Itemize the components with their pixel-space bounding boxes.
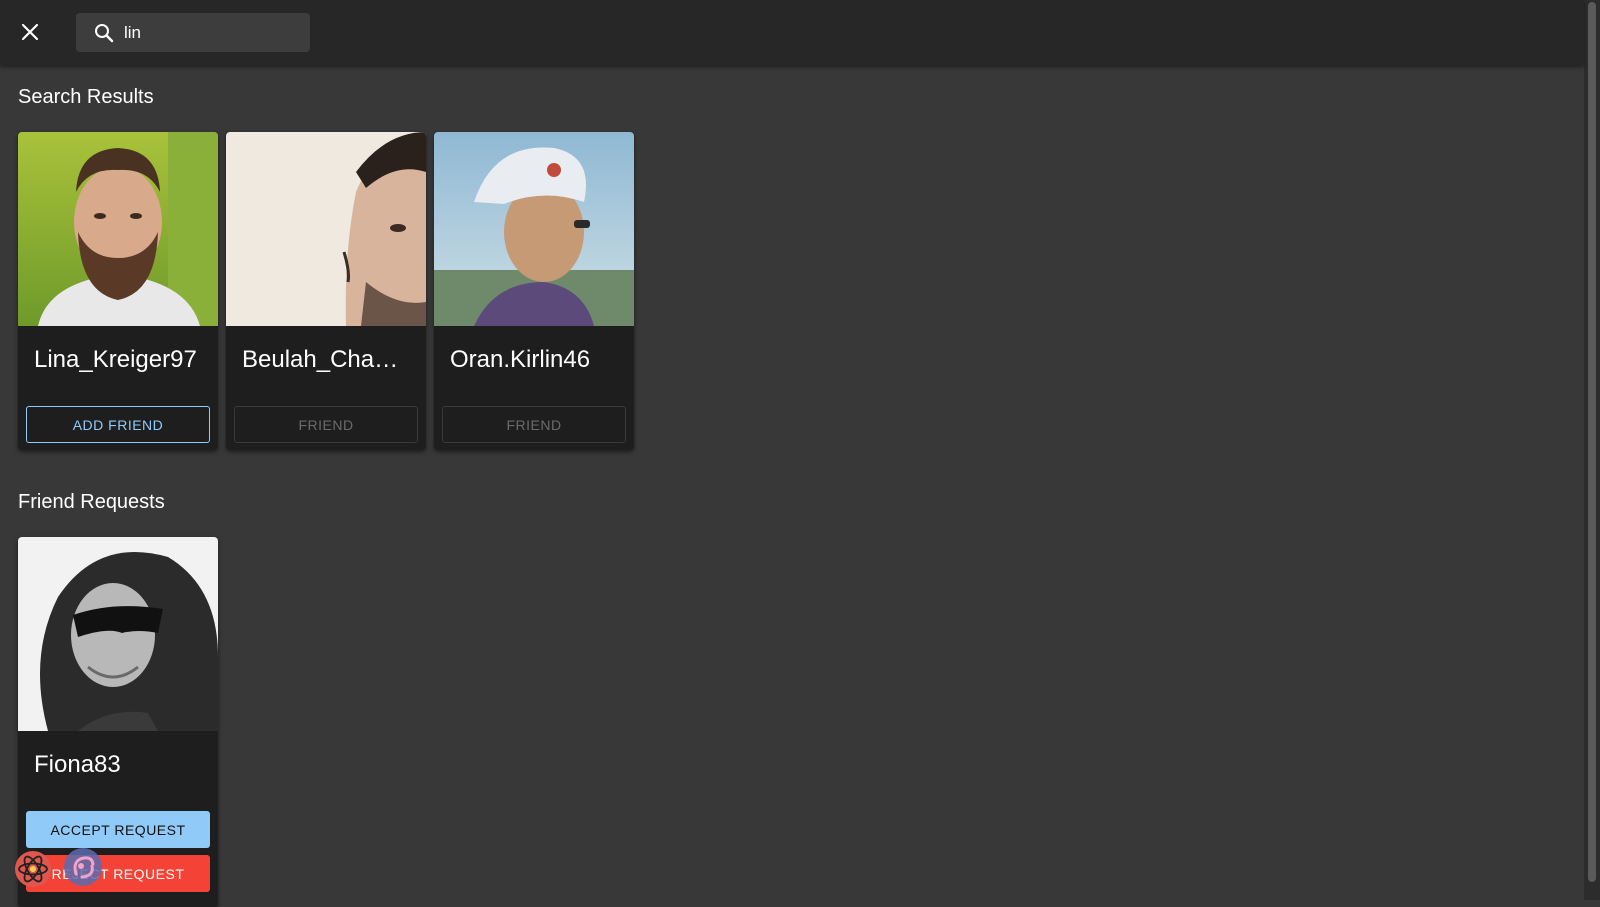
user-avatar-photo <box>18 132 218 326</box>
user-card: Lina_Kreiger97 ADD FRIEND <box>18 132 218 450</box>
search-results-heading: Search Results <box>18 86 154 108</box>
user-avatar-photo <box>434 132 634 326</box>
top-app-bar <box>0 0 1584 65</box>
user-name: Fiona83 <box>34 751 121 778</box>
add-friend-button[interactable]: ADD FRIEND <box>26 406 210 443</box>
user-name: Lina_Kreiger97 <box>34 346 197 373</box>
accept-request-button[interactable]: ACCEPT REQUEST <box>26 811 210 848</box>
redux-devtools-icon[interactable] <box>62 846 104 888</box>
user-avatar-photo <box>18 537 218 731</box>
user-avatar-photo <box>226 132 426 326</box>
scrollbar-thumb[interactable] <box>1588 2 1596 882</box>
user-name: Beulah_Cha… <box>242 346 399 373</box>
close-icon[interactable] <box>21 23 39 41</box>
search-icon <box>92 21 116 45</box>
friend-status-button[interactable]: FRIEND <box>442 406 626 443</box>
user-name: Oran.Kirlin46 <box>450 346 591 373</box>
friend-status-button[interactable]: FRIEND <box>234 406 418 443</box>
page-scrollbar[interactable] <box>1584 0 1600 900</box>
search-box[interactable] <box>76 13 310 52</box>
user-card: Oran.Kirlin46 FRIEND <box>434 132 634 450</box>
search-input[interactable] <box>124 22 294 43</box>
friend-requests-heading: Friend Requests <box>18 491 165 513</box>
user-card: Beulah_Cha… FRIEND <box>226 132 426 450</box>
close-button[interactable] <box>14 16 46 48</box>
react-devtools-icon[interactable] <box>12 848 54 890</box>
